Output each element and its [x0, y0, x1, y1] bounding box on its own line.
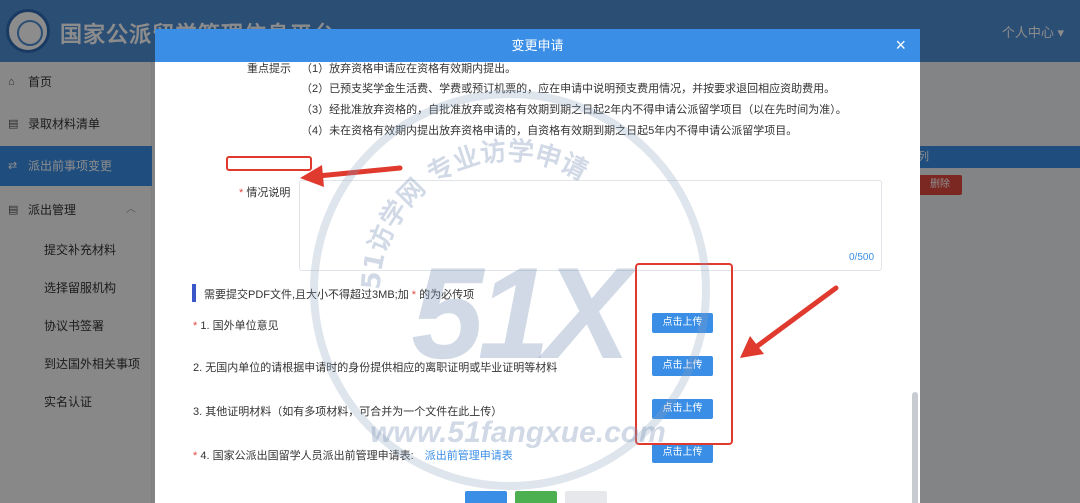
- tip-line: （1）放弃资格申请应在资格有效期内提出。: [301, 63, 517, 75]
- application-form-link[interactable]: 派出前管理申请表: [425, 450, 513, 462]
- file-item-label: 3. 其他证明材料（如有多项材料，可合并为一个文件在此上传）: [193, 403, 502, 419]
- required-mark: *: [193, 450, 198, 462]
- cancel-button[interactable]: [565, 491, 607, 503]
- change-request-dialog: 变更申请 × 重点提示 （1）放弃资格申请应在资格有效期内提出。 （2）已预支奖…: [155, 29, 920, 503]
- remark-textarea[interactable]: [299, 180, 882, 271]
- submit-button[interactable]: [465, 491, 507, 503]
- annotation-box-remark: [226, 156, 312, 171]
- dialog-scrollbar[interactable]: [912, 392, 918, 503]
- upload-button-application-form[interactable]: 点击上传: [652, 443, 713, 463]
- close-icon[interactable]: ×: [895, 29, 906, 62]
- tip-line: （2）已预支奖学金生活费、学费或预订机票的，应在申请中说明预支费用情况，并按要求…: [301, 83, 836, 95]
- file-label-text: 2. 无国内单位的请根据申请时的身份提供相应的离职证明或毕业证明等材料: [193, 362, 558, 374]
- required-mark: *: [193, 320, 198, 332]
- required-mark: *: [239, 187, 244, 199]
- dialog-body: 重点提示 （1）放弃资格申请应在资格有效期内提出。 （2）已预支奖学金生活费、学…: [155, 62, 920, 503]
- annotation-box-uploads: [635, 263, 733, 445]
- tip-line: （3）经批准放弃资格的，自批准放弃或资格有效期到期之日起2年内不得申请公派留学项…: [301, 104, 847, 116]
- remark-label: * 情况说明: [239, 184, 290, 200]
- file-label-text: 1. 国外单位意见: [200, 320, 279, 332]
- upload-instructions: 需要提交PDF文件,且大小不得超过3MB;加 * 的为必传项: [192, 284, 475, 302]
- file-label-text: 4. 国家公派出国留学人员派出前管理申请表:: [200, 450, 414, 462]
- upload-note-prefix: 需要提交PDF文件,且大小不得超过3MB;加: [204, 289, 409, 301]
- file-label-text: 3. 其他证明材料（如有多项材料，可合并为一个文件在此上传）: [193, 406, 503, 418]
- file-item-label: 2. 无国内单位的请根据申请时的身份提供相应的离职证明或毕业证明等材料: [193, 359, 557, 375]
- required-mark: *: [411, 289, 417, 301]
- save-button[interactable]: [515, 491, 557, 503]
- file-item-label: * 1. 国外单位意见: [193, 317, 279, 333]
- remark-counter: 0/500: [849, 252, 875, 263]
- dialog-header: 变更申请 ×: [155, 29, 920, 62]
- file-item-label: * 4. 国家公派出国留学人员派出前管理申请表: 派出前管理申请表: [193, 447, 513, 463]
- upload-note-suffix: 的为必传项: [419, 289, 475, 301]
- remark-label-text: 情况说明: [246, 187, 291, 199]
- dialog-title: 变更申请: [511, 38, 564, 53]
- tip-line: （4）未在资格有效期内提出放弃资格申请的，自资格有效期到期之日起5年内不得申请公…: [301, 125, 798, 137]
- tips-label: 重点提示: [247, 63, 291, 75]
